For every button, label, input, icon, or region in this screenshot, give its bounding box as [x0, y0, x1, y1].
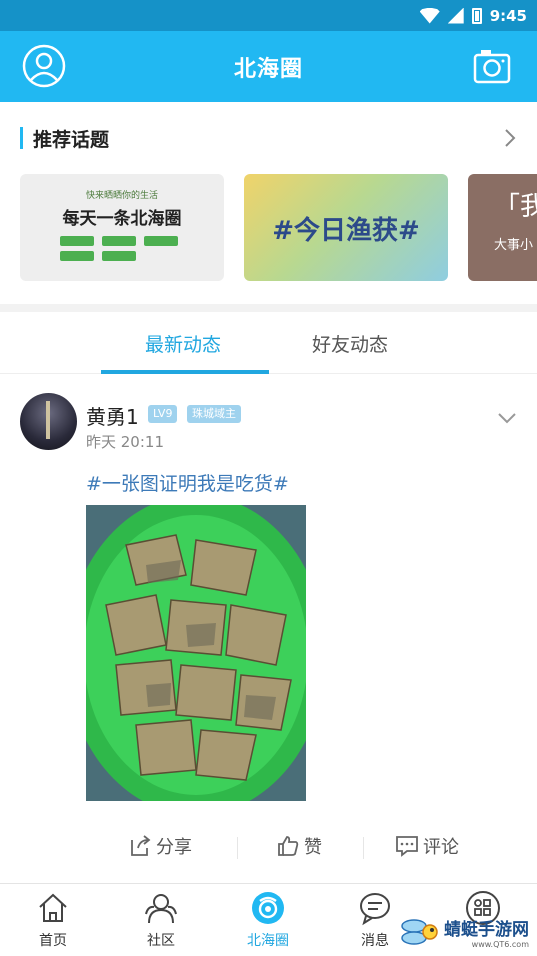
topic-card-subtitle: 快来晒晒你的生活 — [85, 191, 158, 201]
like-label: 赞 — [304, 837, 322, 858]
post-username[interactable]: 黄勇1 — [86, 401, 139, 430]
comment-icon — [396, 836, 418, 857]
profile-icon[interactable] — [22, 44, 66, 88]
section-divider — [0, 304, 537, 312]
chevron-down-icon[interactable] — [497, 411, 517, 425]
share-button[interactable]: 分享 — [128, 833, 192, 859]
tab-friends[interactable]: 好友动态 — [312, 330, 388, 357]
dragonfly-logo-icon — [401, 919, 438, 945]
topic-card-tags — [60, 236, 190, 261]
watermark-text: 蜻蜓手游网 — [444, 920, 529, 940]
status-bar: 9:45 — [0, 0, 537, 31]
topic-card-title: 每天一条北海圈 — [62, 209, 182, 229]
post-actions: 分享 赞 评论 — [0, 829, 537, 865]
tag-chip — [102, 236, 136, 246]
nav-label: 北海圈 — [247, 933, 289, 949]
app-bar: 北海圈 — [0, 31, 537, 102]
chevron-right-icon[interactable] — [503, 128, 517, 148]
active-tab-indicator — [101, 370, 269, 374]
tab-latest[interactable]: 最新动态 — [145, 330, 221, 357]
action-divider — [363, 837, 364, 859]
topic-carousel[interactable]: 快来晒晒你的生活 每天一条北海圈 #今日渔获# 「我 大事小 — [20, 174, 537, 281]
topic-card-title: 「我 — [494, 192, 537, 222]
tag-chip — [60, 251, 94, 261]
avatar[interactable] — [20, 393, 77, 450]
section-accent-bar — [20, 127, 23, 149]
recommended-topics-section: 推荐话题 快来晒晒你的生活 每天一条北海圈 #今日渔获# 「我 大事小 — [0, 102, 537, 304]
status-time: 9:45 — [489, 6, 527, 25]
camera-icon[interactable] — [473, 47, 511, 85]
topic-card[interactable]: 快来晒晒你的生活 每天一条北海圈 — [20, 174, 224, 281]
share-icon — [131, 835, 151, 856]
tag-chip — [102, 251, 136, 261]
beihai-circle-icon — [252, 892, 284, 924]
topic-card[interactable]: 「我 大事小 — [468, 174, 537, 281]
post-timestamp: 昨天 20:11 — [86, 433, 164, 451]
avatar-image-detail — [46, 401, 50, 439]
level-badge: LV9 — [148, 405, 178, 423]
nav-label: 首页 — [39, 933, 67, 949]
topics-header: 推荐话题 — [20, 126, 110, 151]
nav-beihai-circle[interactable]: 北海圈 — [233, 890, 303, 950]
tag-chip — [144, 236, 178, 246]
community-icon — [145, 894, 177, 924]
thumbs-up-icon — [278, 836, 299, 856]
action-divider — [237, 837, 238, 859]
topic-card-subtitle: 大事小 — [494, 238, 534, 253]
home-icon — [39, 893, 67, 922]
comment-label: 评论 — [423, 837, 459, 858]
nav-home[interactable]: 首页 — [18, 890, 88, 950]
message-icon — [360, 893, 390, 926]
share-label: 分享 — [156, 837, 192, 858]
watermark-url: www.QT6.com — [471, 940, 529, 949]
nav-community[interactable]: 社区 — [126, 890, 196, 950]
post-hashtag[interactable]: #一张图证明我是吃货# — [86, 469, 289, 496]
feed-tabs: 最新动态 好友动态 — [0, 312, 537, 374]
section-title: 推荐话题 — [33, 128, 110, 151]
comment-button[interactable]: 评论 — [395, 833, 459, 859]
feed-post: 黄勇1 LV9 珠城域主 昨天 20:11 #一张图证明我是吃货# 分享 赞 评… — [0, 375, 537, 880]
wifi-icon — [419, 7, 440, 24]
watermark: 蜻蜓手游网 www.QT6.com — [400, 912, 529, 952]
like-button[interactable]: 赞 — [276, 833, 322, 859]
nav-label: 社区 — [147, 933, 175, 949]
topic-card-title: #今日渔获# — [272, 216, 420, 246]
post-photo[interactable] — [86, 505, 306, 801]
battery-icon — [471, 7, 482, 24]
tag-chip — [60, 236, 94, 246]
title-badge: 珠城域主 — [187, 405, 241, 423]
signal-icon — [447, 7, 464, 24]
page-title: 北海圈 — [233, 56, 303, 82]
topic-card[interactable]: #今日渔获# — [244, 174, 448, 281]
